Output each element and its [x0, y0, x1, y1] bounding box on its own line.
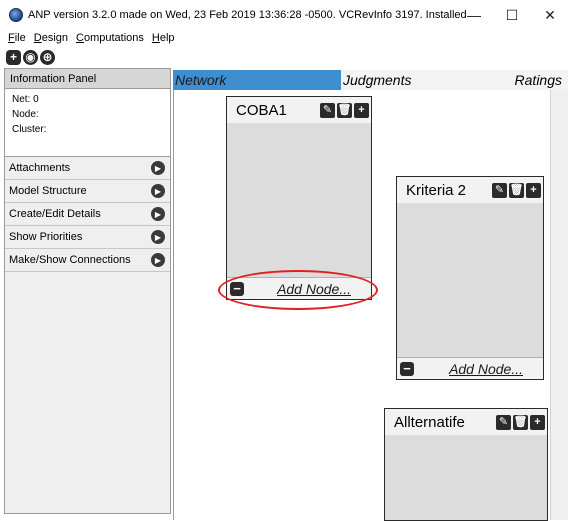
section-model-structure[interactable]: Model Structure ▶ — [5, 180, 170, 203]
cluster-header: Kriteria 2 ✎ 🗑 + — [397, 177, 543, 203]
cluster-header: Allternatife ✎ 🗑 + — [385, 409, 547, 435]
cluster-tools: ✎ 🗑 + — [492, 182, 541, 198]
add-icon[interactable]: + — [526, 182, 541, 198]
section-attachments[interactable]: Attachments ▶ — [5, 157, 170, 180]
cluster-allternatife[interactable]: Allternatife ✎ 🗑 + — [384, 408, 548, 521]
add-icon[interactable]: + — [530, 414, 545, 430]
cluster-coba1[interactable]: COBA1 ✎ 🗑 + − Add Node... — [226, 96, 372, 300]
tab-ratings[interactable]: Ratings — [511, 70, 568, 90]
section-label: Model Structure — [9, 185, 87, 197]
minimize-button[interactable]: — — [455, 0, 493, 30]
menu-file[interactable]: File — [8, 32, 26, 44]
cluster-tools: ✎ 🗑 + — [320, 102, 369, 118]
trash-icon[interactable]: 🗑 — [337, 102, 352, 118]
section-label: Show Priorities — [9, 231, 83, 243]
eye-icon[interactable]: ◉ — [23, 49, 38, 65]
window-title: ANP version 3.2.0 made on Wed, 23 Feb 20… — [28, 9, 468, 21]
expand-arrow-icon[interactable]: ▶ — [151, 207, 165, 221]
minus-icon[interactable]: − — [400, 361, 414, 376]
zoom-icon[interactable]: ⊕ — [40, 49, 55, 65]
expand-arrow-icon[interactable]: ▶ — [151, 161, 165, 175]
node-label: Node: — [12, 109, 39, 120]
tab-network[interactable]: Network — [173, 70, 341, 90]
toolbar: + ◉ ⊕ — [0, 47, 570, 67]
information-panel: Information Panel Net: 0 Node: Cluster: … — [4, 68, 171, 514]
edit-icon[interactable]: ✎ — [496, 414, 511, 430]
add-node-link[interactable]: Add Node... — [277, 281, 351, 297]
information-panel-header: Information Panel — [5, 69, 170, 89]
trash-icon[interactable]: 🗑 — [509, 182, 524, 198]
expand-arrow-icon[interactable]: ▶ — [151, 230, 165, 244]
menu-bar: File Design Computations Help — [0, 30, 570, 45]
cluster-tools: ✎ 🗑 + — [496, 414, 545, 430]
information-panel-body: Net: 0 Node: Cluster: — [5, 89, 170, 157]
cluster-name: Kriteria 2 — [406, 181, 467, 199]
section-label: Create/Edit Details — [9, 208, 101, 220]
menu-help[interactable]: Help — [152, 32, 175, 44]
cluster-header: COBA1 ✎ 🗑 + — [227, 97, 371, 123]
maximize-button[interactable]: ☐ — [493, 0, 531, 30]
section-make-show-connections[interactable]: Make/Show Connections ▶ — [5, 249, 170, 272]
section-label: Attachments — [9, 162, 71, 174]
expand-arrow-icon[interactable]: ▶ — [151, 184, 165, 198]
app-icon — [9, 8, 23, 22]
cluster-kriteria-2[interactable]: Kriteria 2 ✎ 🗑 + − Add Node... — [396, 176, 544, 380]
add-icon[interactable]: + — [6, 49, 21, 65]
title-bar: ANP version 3.2.0 made on Wed, 23 Feb 20… — [0, 0, 570, 30]
tab-judgments[interactable]: Judgments — [341, 70, 511, 90]
vertical-scrollbar[interactable] — [550, 90, 568, 520]
add-icon[interactable]: + — [354, 102, 369, 118]
menu-computations[interactable]: Computations — [76, 32, 144, 44]
menu-design[interactable]: Design — [34, 32, 68, 44]
trash-icon[interactable]: 🗑 — [513, 414, 528, 430]
edit-icon[interactable]: ✎ — [492, 182, 507, 198]
cluster-label: Cluster: — [12, 124, 47, 135]
cluster-footer: − Add Node... — [227, 277, 371, 299]
view-tabs: Network Judgments Ratings — [173, 70, 568, 90]
net-label: Net: 0 — [12, 94, 39, 105]
cluster-name: COBA1 — [236, 101, 287, 119]
expand-arrow-icon[interactable]: ▶ — [151, 253, 165, 267]
section-create-edit-details[interactable]: Create/Edit Details ▶ — [5, 203, 170, 226]
add-node-link[interactable]: Add Node... — [449, 361, 523, 377]
edit-icon[interactable]: ✎ — [320, 102, 335, 118]
cluster-footer: − Add Node... — [397, 357, 543, 379]
cluster-name: Allternatife — [394, 413, 465, 431]
section-show-priorities[interactable]: Show Priorities ▶ — [5, 226, 170, 249]
close-button[interactable]: ✕ — [531, 0, 569, 30]
minus-icon[interactable]: − — [230, 281, 244, 296]
section-label: Make/Show Connections — [9, 254, 131, 266]
